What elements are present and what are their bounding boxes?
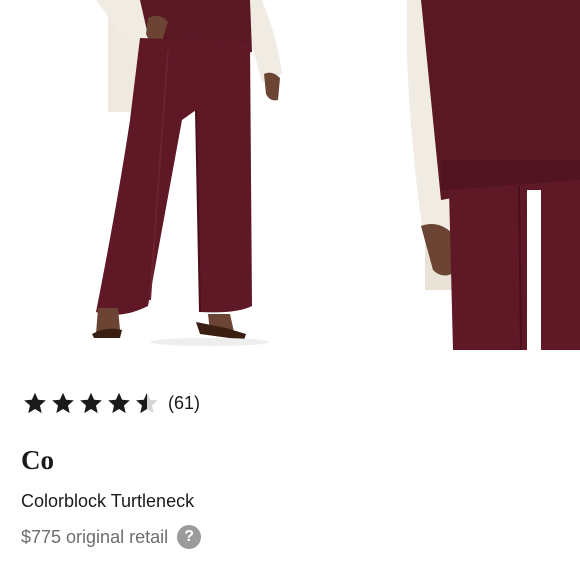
star-icon (52, 392, 74, 414)
brand-name[interactable]: Co (21, 445, 54, 476)
product-photo-full-look[interactable] (0, 0, 400, 350)
product-photo-detail[interactable] (407, 0, 580, 350)
star-rating (22, 390, 162, 416)
product-title: Colorblock Turtleneck (21, 491, 195, 511)
retail-price: $775 original retail (21, 526, 169, 547)
star-half-icon (136, 392, 158, 414)
star-icon (108, 392, 130, 414)
product-image-gallery[interactable] (0, 0, 580, 350)
review-count[interactable]: (61) (168, 393, 200, 414)
star-icon (24, 392, 46, 414)
product-rating[interactable]: (61) (22, 390, 200, 416)
star-icon (80, 392, 102, 414)
price-row: $775 original retail ? (21, 525, 202, 549)
help-circle-icon[interactable]: ? (177, 525, 202, 549)
